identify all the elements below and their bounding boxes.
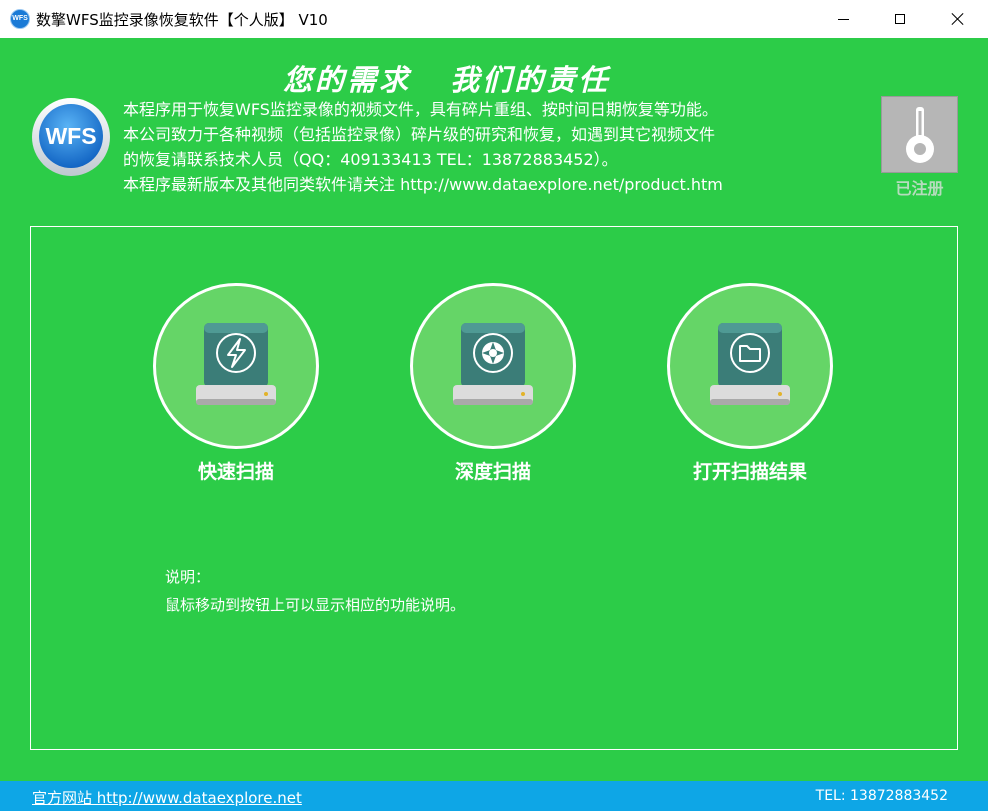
slogan: 您的需求 我们的责任 [283, 63, 611, 97]
info-line-2: 本公司致力于各种视频（包括监控录像）碎片级的研究和恢复，如遇到其它视频文件 [123, 125, 716, 144]
info-line-3: 的恢复请联系技术人员（QQ：409133413 TEL：13872883452）… [123, 150, 618, 169]
info-line-4: 本程序最新版本及其他同类软件请关注 http://www.dataexplore… [123, 175, 723, 194]
maximize-icon [895, 14, 905, 24]
info-line-1: 本程序用于恢复WFS监控录像的视频文件，具有碎片重组、按时间日期恢复等功能。 [123, 100, 718, 119]
open-results-circle [667, 283, 833, 449]
close-icon [951, 12, 965, 26]
deep-scan-button[interactable]: 深度扫描 [408, 283, 578, 484]
telephone-text: TEL: 13872883452 [815, 788, 948, 804]
program-info: 本程序用于恢复WFS监控录像的视频文件，具有碎片重组、按时间日期恢复等功能。 本… [123, 97, 723, 197]
svg-text:WFS: WFS [45, 123, 96, 149]
deep-scan-circle [410, 283, 576, 449]
register-button[interactable] [881, 96, 958, 173]
description-box: 说明： 鼠标移动到按钮上可以显示相应的功能说明。 [165, 563, 465, 619]
drive-aperture-icon [453, 323, 533, 405]
close-button[interactable] [929, 0, 987, 38]
website-link[interactable]: 官方网站 http://www.dataexplore.net [32, 787, 302, 808]
main-content: 您的需求 我们的责任 WFS 本程序用于恢复WFS监控录像的视频文件，具有碎片重… [0, 38, 988, 781]
scan-panel: 快速扫描 深度扫描 打开扫描结果 说明： 鼠标移动到按钮上可以显示相应的功能说明… [30, 226, 958, 750]
key-icon [905, 106, 934, 163]
drive-folder-icon [710, 323, 790, 405]
open-results-label: 打开扫描结果 [692, 461, 807, 483]
description-title: 说明： [165, 568, 211, 586]
footer-bar: 官方网站 http://www.dataexplore.net TEL: 138… [0, 781, 988, 811]
deep-scan-label: 深度扫描 [454, 461, 531, 483]
quick-scan-circle [153, 283, 319, 449]
maximize-button[interactable] [871, 0, 929, 38]
wfs-logo: WFS [30, 96, 112, 178]
app-icon: WFS [10, 9, 30, 29]
quick-scan-button[interactable]: 快速扫描 [151, 283, 321, 484]
description-text: 鼠标移动到按钮上可以显示相应的功能说明。 [165, 596, 466, 614]
open-results-button[interactable]: 打开扫描结果 [665, 283, 835, 484]
window-title: 数擎WFS监控录像恢复软件【个人版】 V10 [36, 11, 328, 29]
quick-scan-label: 快速扫描 [197, 461, 274, 483]
title-bar: WFS 数擎WFS监控录像恢复软件【个人版】 V10 [0, 0, 988, 38]
drive-lightning-icon [196, 323, 276, 405]
registered-label: 已注册 [895, 179, 944, 198]
minimize-button[interactable] [814, 0, 872, 38]
minimize-icon [837, 18, 849, 20]
